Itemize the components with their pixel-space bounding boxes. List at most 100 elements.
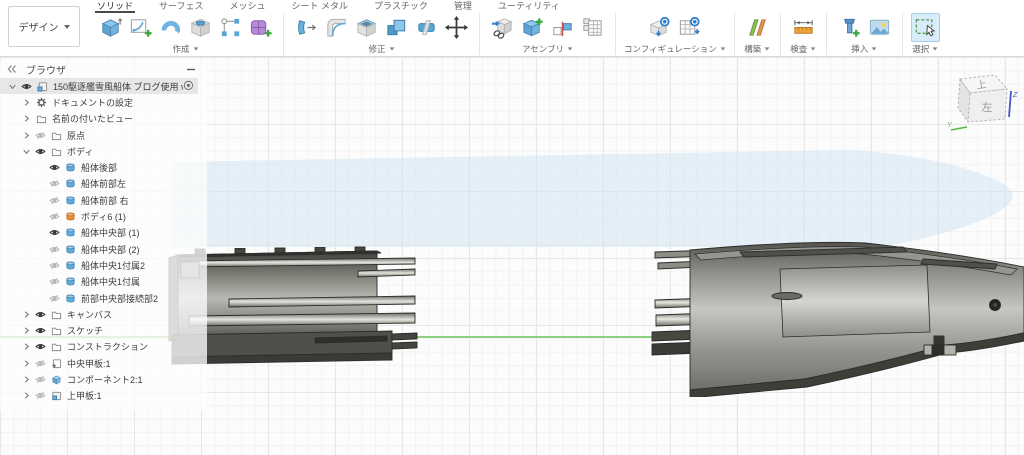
visibility-toggle[interactable] bbox=[33, 145, 48, 157]
eye-hidden-icon[interactable] bbox=[35, 358, 46, 369]
visibility-toggle[interactable] bbox=[33, 390, 48, 402]
tab-manage[interactable]: 管理 bbox=[454, 0, 472, 13]
group-label-configure[interactable]: コンフィギュレーション bbox=[624, 43, 726, 55]
browser-item-body6[interactable]: ボディ6 (1) bbox=[0, 208, 198, 224]
browser-item-document-settings[interactable]: ドキュメントの設定 bbox=[0, 94, 198, 110]
shell-icon[interactable] bbox=[352, 13, 381, 42]
group-label-insert[interactable]: 挿入 bbox=[851, 43, 877, 55]
sketch-icon[interactable] bbox=[126, 13, 155, 42]
browser-item-upper-deck[interactable]: 上甲板:1 bbox=[0, 388, 198, 404]
chevron-down-icon[interactable] bbox=[7, 81, 18, 92]
expand-toggle[interactable] bbox=[20, 113, 33, 125]
expand-toggle[interactable] bbox=[20, 129, 33, 141]
viewport-canvas[interactable]: 上 左 Y Z ブラウザ 150駆逐艦雪風船体 ブログ使用 v4... ドキュメン… bbox=[0, 57, 1024, 455]
visibility-toggle[interactable] bbox=[47, 227, 62, 239]
pattern-icon[interactable] bbox=[216, 13, 245, 42]
browser-item-hull-mid-attach2[interactable]: 船体中央1付属2 bbox=[0, 257, 198, 273]
chevron-right-icon[interactable] bbox=[21, 325, 32, 336]
browser-item-construction[interactable]: コンストラクション bbox=[0, 339, 198, 355]
eye-visible-icon[interactable] bbox=[35, 325, 46, 336]
config-part-icon[interactable] bbox=[645, 13, 674, 42]
canvas-hull-profile[interactable] bbox=[172, 150, 1014, 247]
group-label-assemble[interactable]: アセンブリ bbox=[522, 43, 573, 55]
browser-item-origin[interactable]: 原点 bbox=[0, 127, 198, 143]
visibility-toggle[interactable] bbox=[47, 259, 62, 271]
chevron-right-icon[interactable] bbox=[21, 341, 32, 352]
combine-icon[interactable] bbox=[382, 13, 411, 42]
insert-fastener-icon[interactable] bbox=[835, 13, 864, 42]
insert-derive-icon[interactable] bbox=[488, 13, 517, 42]
collapse-panel-icon[interactable] bbox=[6, 63, 18, 75]
expand-toggle[interactable] bbox=[20, 308, 33, 320]
browser-item-component2[interactable]: コンポーネント2:1 bbox=[0, 371, 198, 387]
chevron-right-icon[interactable] bbox=[21, 390, 32, 401]
measure-icon[interactable] bbox=[789, 13, 818, 42]
visibility-toggle[interactable] bbox=[33, 325, 48, 337]
tab-mesh[interactable]: メッシュ bbox=[229, 0, 265, 13]
browser-item-hull-mid-1[interactable]: 船体中央部 (1) bbox=[0, 225, 198, 241]
expand-toggle[interactable] bbox=[6, 80, 19, 92]
press-pull-icon[interactable] bbox=[292, 13, 321, 42]
group-label-create[interactable]: 作成 bbox=[172, 43, 198, 55]
browser-item-document-root[interactable]: 150駆逐艦雪風船体 ブログ使用 v4... bbox=[0, 78, 198, 95]
eye-visible-icon[interactable] bbox=[35, 146, 46, 157]
chevron-right-icon[interactable] bbox=[21, 309, 32, 320]
construct-plane-icon[interactable] bbox=[743, 13, 772, 42]
browser-item-canvases[interactable]: キャンバス bbox=[0, 306, 198, 322]
browser-item-sketches[interactable]: スケッチ bbox=[0, 322, 198, 338]
expand-toggle[interactable] bbox=[20, 341, 33, 353]
eye-hidden-icon[interactable] bbox=[49, 178, 60, 189]
visibility-toggle[interactable] bbox=[47, 178, 62, 190]
browser-item-named-views[interactable]: 名前の付いたビュー bbox=[0, 111, 198, 127]
viewcube-front-label[interactable]: 左 bbox=[982, 101, 993, 114]
group-label-inspect[interactable]: 検査 bbox=[790, 43, 816, 55]
expand-toggle[interactable] bbox=[20, 145, 33, 157]
browser-item-bodies[interactable]: ボディ bbox=[0, 143, 198, 159]
eye-visible-icon[interactable] bbox=[35, 341, 46, 352]
eye-hidden-icon[interactable] bbox=[49, 276, 60, 287]
browser-item-hull-aft[interactable]: 船体後部 bbox=[0, 159, 198, 175]
minimize-panel-icon[interactable] bbox=[185, 63, 197, 75]
eye-hidden-icon[interactable] bbox=[35, 390, 46, 401]
browser-item-hull-fore-right[interactable]: 船体前部 右 bbox=[0, 192, 198, 208]
chevron-down-icon[interactable] bbox=[21, 146, 32, 157]
visibility-toggle[interactable] bbox=[33, 308, 48, 320]
eye-hidden-icon[interactable] bbox=[49, 244, 60, 255]
view-cube[interactable]: 上 左 Y Z bbox=[945, 63, 1020, 135]
insert-canvas-icon[interactable] bbox=[865, 13, 894, 42]
workspace-switcher[interactable]: デザイン bbox=[8, 6, 80, 47]
config-table-icon[interactable] bbox=[675, 13, 704, 42]
eye-hidden-icon[interactable] bbox=[49, 211, 60, 222]
chevron-right-icon[interactable] bbox=[21, 130, 32, 141]
tab-plastic[interactable]: プラスチック bbox=[374, 0, 428, 13]
browser-item-hull-fore-left[interactable]: 船体前部左 bbox=[0, 176, 198, 192]
group-label-modify[interactable]: 修正 bbox=[368, 43, 394, 55]
eye-visible-icon[interactable] bbox=[49, 162, 60, 173]
joint-icon[interactable] bbox=[548, 13, 577, 42]
visibility-toggle[interactable] bbox=[47, 276, 62, 288]
chevron-right-icon[interactable] bbox=[21, 374, 32, 385]
expand-toggle[interactable] bbox=[20, 96, 33, 108]
browser-item-fore-mid-connect2[interactable]: 前部中央部接続部2 bbox=[0, 290, 198, 306]
expand-toggle[interactable] bbox=[20, 373, 33, 385]
visibility-toggle[interactable] bbox=[33, 129, 48, 141]
tab-sheetmetal[interactable]: シート メタル bbox=[292, 0, 349, 13]
viewcube-top-label[interactable]: 上 bbox=[976, 78, 988, 91]
visibility-toggle[interactable] bbox=[33, 357, 48, 369]
bom-table-icon[interactable] bbox=[578, 13, 607, 42]
extrude-icon[interactable] bbox=[96, 13, 125, 42]
eye-hidden-icon[interactable] bbox=[49, 260, 60, 271]
browser-item-hull-mid-attach[interactable]: 船体中央1付属 bbox=[0, 274, 198, 290]
activate-component-radio[interactable] bbox=[183, 80, 194, 92]
expand-toggle[interactable] bbox=[20, 325, 33, 337]
visibility-toggle[interactable] bbox=[47, 194, 62, 206]
eye-hidden-icon[interactable] bbox=[35, 130, 46, 141]
move-icon[interactable] bbox=[442, 13, 471, 42]
tab-utilities[interactable]: ユーティリティ bbox=[498, 0, 560, 13]
group-label-select[interactable]: 選択 bbox=[912, 43, 938, 55]
eye-visible-icon[interactable] bbox=[49, 227, 60, 238]
tab-surface[interactable]: サーフェス bbox=[159, 0, 203, 13]
visibility-toggle[interactable] bbox=[47, 243, 62, 255]
group-label-construct[interactable]: 構築 bbox=[744, 43, 770, 55]
visibility-toggle[interactable] bbox=[33, 373, 48, 385]
